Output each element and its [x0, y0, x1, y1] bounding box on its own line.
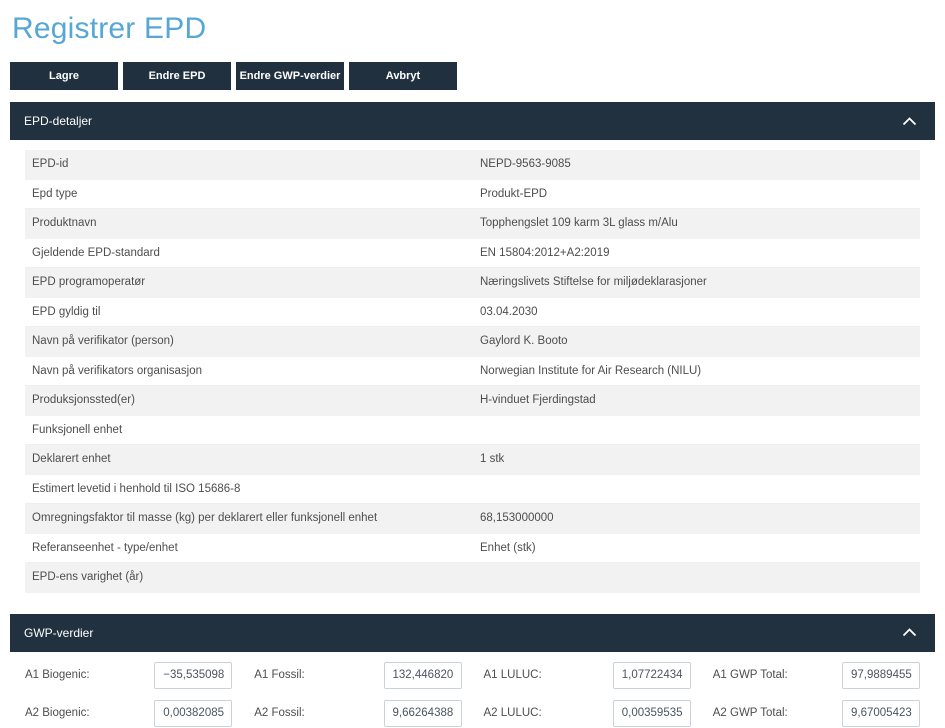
gwp-field: A1 Biogenic:	[25, 662, 232, 689]
gwp-values-section-header[interactable]: GWP-verdier	[10, 614, 935, 652]
gwp-field: A1 Fossil:	[254, 662, 461, 689]
detail-label: EPD programoperatør	[25, 276, 480, 288]
a2-luluc-label: A2 LULUC:	[484, 707, 542, 719]
gwp-field: A2 Biogenic:	[25, 700, 232, 727]
a1-gwp-total-input[interactable]	[842, 662, 920, 689]
detail-value: NEPD-9563-9085	[480, 158, 920, 170]
gwp-field: A2 GWP Total:	[713, 700, 920, 727]
cancel-button[interactable]: Avbryt	[349, 62, 457, 90]
detail-label: Referanseenhet - type/enhet	[25, 542, 480, 554]
chevron-up-icon[interactable]	[902, 628, 917, 637]
detail-value: Næringslivets Stiftelse for miljødeklara…	[480, 276, 920, 288]
table-row: Navn på verifikator (person) Gaylord K. …	[25, 327, 920, 357]
gwp-field: A1 LULUC:	[484, 662, 691, 689]
detail-value: Topphengslet 109 karm 3L glass m/Alu	[480, 217, 920, 229]
detail-value: EN 15804:2012+A2:2019	[480, 247, 920, 259]
toolbar: Lagre Endre EPD Endre GWP-verdier Avbryt	[10, 62, 935, 90]
table-row: Produksjonssted(er) H-vinduet Fjerdingst…	[25, 386, 920, 416]
detail-label: Epd type	[25, 188, 480, 200]
detail-label: Produktnavn	[25, 217, 480, 229]
table-row: EPD-ens varighet (år)	[25, 563, 920, 593]
a1-gwp-total-label: A1 GWP Total:	[713, 669, 788, 681]
gwp-values-section-title: GWP-verdier	[24, 626, 93, 640]
a2-fossil-label: A2 Fossil:	[254, 707, 305, 719]
page: Registrer EPD Lagre Endre EPD Endre GWP-…	[0, 0, 945, 728]
detail-label: Omregningsfaktor til masse (kg) per dekl…	[25, 512, 480, 524]
table-row: EPD gyldig til 03.04.2030	[25, 298, 920, 328]
detail-label: Navn på verifikator (person)	[25, 335, 480, 347]
detail-label: EPD-ens varighet (år)	[25, 571, 480, 583]
a2-fossil-input[interactable]	[384, 700, 462, 727]
table-row: Estimert levetid i henhold til ISO 15686…	[25, 475, 920, 505]
detail-label: Funksjonell enhet	[25, 424, 480, 436]
save-button[interactable]: Lagre	[10, 62, 118, 90]
table-row: Gjeldende EPD-standard EN 15804:2012+A2:…	[25, 239, 920, 269]
gwp-field: A2 LULUC:	[484, 700, 691, 727]
detail-value: 03.04.2030	[480, 306, 920, 318]
a2-luluc-input[interactable]	[613, 700, 691, 727]
edit-epd-button[interactable]: Endre EPD	[123, 62, 231, 90]
detail-value: H-vinduet Fjerdingstad	[480, 394, 920, 406]
table-row: Funksjonell enhet	[25, 416, 920, 446]
detail-value: 1 stk	[480, 453, 920, 465]
a2-gwp-total-label: A2 GWP Total:	[713, 707, 788, 719]
a1-fossil-input[interactable]	[384, 662, 462, 689]
table-row: Deklarert enhet 1 stk	[25, 445, 920, 475]
a1-fossil-label: A1 Fossil:	[254, 669, 305, 681]
epd-details-table: EPD-id NEPD-9563-9085 Epd type Produkt-E…	[25, 150, 920, 593]
a1-biogenic-input[interactable]	[154, 662, 232, 689]
detail-label: EPD gyldig til	[25, 306, 480, 318]
table-row: EPD programoperatør Næringslivets Stifte…	[25, 268, 920, 298]
detail-label: Produksjonssted(er)	[25, 394, 480, 406]
a1-luluc-label: A1 LULUC:	[484, 669, 542, 681]
detail-value: 68,153000000	[480, 512, 920, 524]
epd-details-section-title: EPD-detaljer	[24, 114, 92, 128]
a2-gwp-total-input[interactable]	[842, 700, 920, 727]
page-title: Registrer EPD	[10, 0, 935, 46]
a2-biogenic-input[interactable]	[154, 700, 232, 727]
gwp-field: A1 GWP Total:	[713, 662, 920, 689]
detail-label: Deklarert enhet	[25, 453, 480, 465]
gwp-field: A2 Fossil:	[254, 700, 461, 727]
gwp-values-grid: A1 Biogenic: A1 Fossil: A1 LULUC: A1 GWP…	[25, 662, 920, 727]
table-row: Epd type Produkt-EPD	[25, 180, 920, 210]
detail-label: EPD-id	[25, 158, 480, 170]
detail-value: Produkt-EPD	[480, 188, 920, 200]
epd-details-section: EPD-detaljer EPD-id NEPD-9563-9085 Epd t…	[10, 102, 935, 593]
gwp-row-a2: A2 Biogenic: A2 Fossil: A2 LULUC: A2 GWP…	[25, 700, 920, 727]
gwp-values-section: GWP-verdier A1 Biogenic: A1 Fossil: A1 L…	[10, 614, 935, 727]
table-row: Referanseenhet - type/enhet Enhet (stk)	[25, 534, 920, 564]
a2-biogenic-label: A2 Biogenic:	[25, 707, 90, 719]
detail-value: Gaylord K. Booto	[480, 335, 920, 347]
table-row: EPD-id NEPD-9563-9085	[25, 150, 920, 180]
table-row: Omregningsfaktor til masse (kg) per dekl…	[25, 504, 920, 534]
detail-label: Navn på verifikators organisasjon	[25, 365, 480, 377]
chevron-up-icon[interactable]	[902, 117, 917, 126]
table-row: Produktnavn Topphengslet 109 karm 3L gla…	[25, 209, 920, 239]
table-row: Navn på verifikators organisasjon Norweg…	[25, 357, 920, 387]
detail-value: Enhet (stk)	[480, 542, 920, 554]
a1-biogenic-label: A1 Biogenic:	[25, 669, 90, 681]
a1-luluc-input[interactable]	[613, 662, 691, 689]
gwp-row-a1: A1 Biogenic: A1 Fossil: A1 LULUC: A1 GWP…	[25, 662, 920, 689]
edit-gwp-values-button[interactable]: Endre GWP-verdier	[236, 62, 344, 90]
detail-label: Estimert levetid i henhold til ISO 15686…	[25, 483, 480, 495]
epd-details-section-header[interactable]: EPD-detaljer	[10, 102, 935, 140]
detail-label: Gjeldende EPD-standard	[25, 247, 480, 259]
detail-value: Norwegian Institute for Air Research (NI…	[480, 365, 920, 377]
